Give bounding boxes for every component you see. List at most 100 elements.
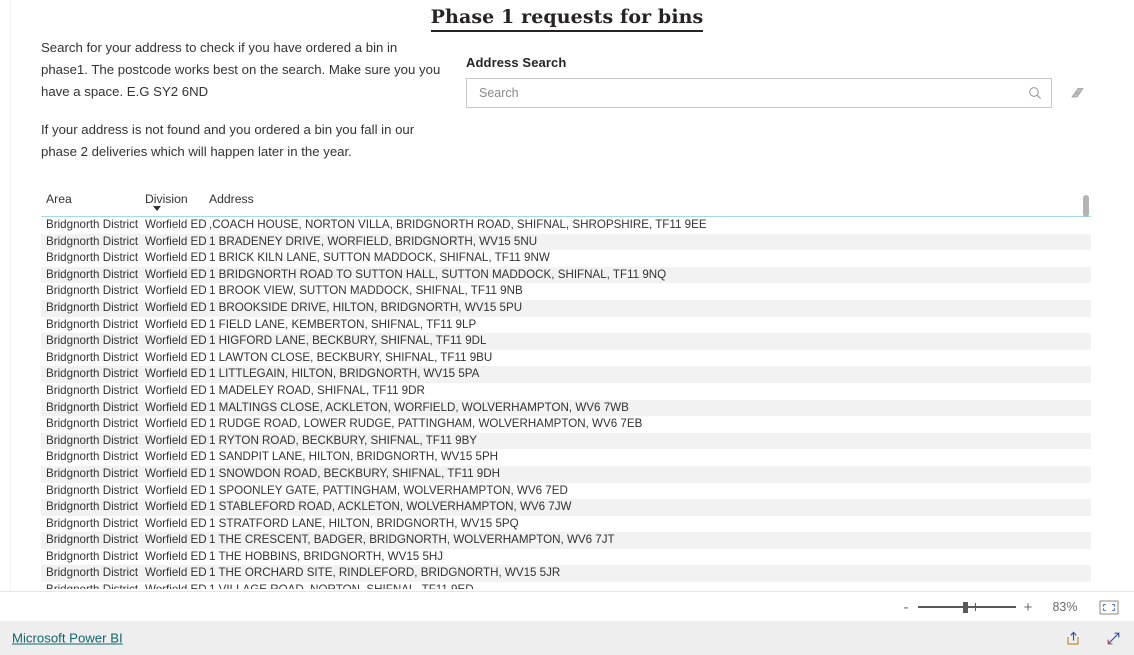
cell-division: Worfield ED [145, 582, 207, 589]
cell-area: Bridgnorth District [46, 433, 139, 447]
column-header-division[interactable]: Division [145, 192, 188, 206]
table-row[interactable]: Bridgnorth District Worfield ED ,COACH HOU… [41, 217, 1091, 234]
footer-actions [1064, 621, 1122, 655]
table-row[interactable]: Bridgnorth District Worfield ED 1 BROOKSID… [41, 299, 1091, 317]
cell-address: 1 BRADENEY DRIVE, WORFIELD, BRIDGNORTH, … [209, 234, 538, 248]
cell-division: Worfield ED [145, 350, 207, 364]
cell-division: Worfield ED [145, 218, 207, 231]
cell-division: Worfield ED [145, 433, 207, 447]
table-row[interactable]: Bridgnorth District Worfield ED 1 SANDPIT … [41, 449, 1091, 466]
cell-division: Worfield ED [145, 450, 207, 464]
report-canvas: Phase 1 requests for bins Search for you… [0, 0, 1134, 591]
footer-bar: Microsoft Power BI [0, 621, 1134, 655]
cell-area: Bridgnorth District [46, 533, 139, 547]
cell-address: 1 RUDGE ROAD, LOWER RUDGE, PATTINGHAM, W… [209, 417, 643, 431]
column-header-address[interactable]: Address [209, 192, 254, 206]
cell-address: 1 BRICK KILN LANE, SUTTON MADDOCK, SHIFN… [209, 251, 550, 265]
cell-address: 1 BROOKSIDE DRIVE, HILTON, BRIDGNORTH, W… [209, 300, 523, 314]
table-row[interactable]: Bridgnorth District Worfield ED 1 STABLEFO… [41, 499, 1091, 516]
page-title: Phase 1 requests for bins [0, 6, 1134, 32]
cell-division: Worfield ED [145, 466, 207, 480]
address-table[interactable]: Area Division Address Bridgnorth Distric… [41, 192, 1091, 590]
cell-address: 1 FIELD LANE, KEMBERTON, SHIFNAL, TF11 9… [209, 317, 477, 331]
cell-address: 1 SANDPIT LANE, HILTON, BRIDGNORTH, WV15… [209, 450, 499, 464]
search-input[interactable] [477, 85, 1021, 101]
table-row[interactable]: Bridgnorth District Worfield ED 1 THE CRES… [41, 532, 1091, 549]
cell-address: 1 THE CRESCENT, BADGER, BRIDGNORTH, WOLV… [209, 533, 615, 547]
canvas-left-border [10, 0, 11, 591]
cell-area: Bridgnorth District [46, 251, 139, 265]
cell-division: Worfield ED [145, 317, 207, 331]
cell-division: Worfield ED [145, 549, 207, 563]
table-row[interactable]: Bridgnorth District Worfield ED 1 LITTLEGA… [41, 366, 1091, 383]
table-row[interactable]: Bridgnorth District Worfield ED 1 MADELEY … [41, 382, 1091, 400]
table-row[interactable]: Bridgnorth District Worfield ED 1 HIGFORD … [41, 333, 1091, 350]
fit-to-page-icon[interactable] [1098, 599, 1120, 615]
table-row[interactable]: Bridgnorth District Worfield ED 1 BRADENEY… [41, 233, 1091, 251]
column-header-area[interactable]: Area [46, 192, 72, 206]
cell-division: Worfield ED [145, 400, 207, 414]
description-paragraph-2: If your address is not found and you ord… [41, 122, 415, 159]
cell-division: Worfield ED [145, 234, 207, 248]
search-icon[interactable] [1028, 86, 1042, 100]
cell-address: 1 SPOONLEY GATE, PATTINGHAM, WOLVERHAMPT… [209, 483, 568, 497]
cell-address: 1 VILLAGE ROAD, NORTON, SHIFNAL, TF11 9E… [209, 582, 474, 589]
cell-address: 1 HIGFORD LANE, BECKBURY, SHIFNAL, TF11 … [209, 334, 487, 348]
table-row[interactable]: Bridgnorth District Worfield ED 1 FIELD LA… [41, 316, 1091, 334]
zoom-slider-thumb[interactable] [963, 602, 968, 613]
zoom-controls: - + 83% [898, 592, 1120, 622]
cell-area: Bridgnorth District [46, 334, 139, 348]
cell-address: 1 LITTLEGAIN, HILTON, BRIDGNORTH, WV15 5… [209, 367, 480, 381]
search-row [466, 78, 1086, 108]
share-icon[interactable] [1064, 629, 1082, 647]
cell-area: Bridgnorth District [46, 450, 139, 464]
cell-area: Bridgnorth District [46, 582, 138, 589]
table-row[interactable]: Bridgnorth District Worfield ED 1 STRATFOR… [41, 515, 1091, 533]
table-row[interactable]: Bridgnorth District Worfield ED 1 MALTINGS… [41, 399, 1091, 417]
cell-address: 1 BRIDGNORTH ROAD TO SUTTON HALL, SUTTON… [209, 267, 667, 281]
zoom-out-button[interactable]: - [898, 600, 914, 615]
table-row[interactable]: Bridgnorth District Worfield ED 1 THE HOBB… [41, 548, 1091, 566]
zoom-in-button[interactable]: + [1020, 600, 1036, 615]
table-row[interactable]: Bridgnorth District Worfield ED 1 LAWTON C… [41, 349, 1091, 367]
cell-area: Bridgnorth District [46, 234, 139, 248]
cell-area: Bridgnorth District [46, 383, 139, 397]
table-row[interactable]: Bridgnorth District Worfield ED 1 BRICK KI… [41, 250, 1091, 267]
table-row[interactable]: Bridgnorth District Worfield ED 1 BRIDGNOR… [41, 266, 1091, 284]
cell-area: Bridgnorth District [46, 284, 139, 298]
table-header-row: Area Division Address [41, 192, 1091, 217]
table-vertical-scrollbar[interactable] [1083, 192, 1089, 590]
table-row[interactable]: Bridgnorth District Worfield ED1 VILLAGE … [41, 582, 1091, 589]
cell-area: Bridgnorth District [46, 218, 139, 231]
table-row[interactable]: Bridgnorth District Worfield ED 1 SPOONLEY… [41, 482, 1091, 500]
cell-address: 1 THE HOBBINS, BRIDGNORTH, WV15 5HJ [209, 549, 444, 563]
microsoft-power-bi-link[interactable]: Microsoft Power BI [12, 631, 123, 646]
cell-division: Worfield ED [145, 367, 207, 381]
cell-division: Worfield ED [145, 267, 207, 281]
cell-area: Bridgnorth District [46, 466, 139, 480]
cell-address: 1 BROOK VIEW, SUTTON MADDOCK, SHIFNAL, T… [209, 284, 523, 298]
cell-area: Bridgnorth District [46, 367, 139, 381]
cell-address: 1 STRATFORD LANE, HILTON, BRIDGNORTH, WV… [209, 516, 519, 530]
cell-area: Bridgnorth District [46, 267, 139, 281]
sort-descending-icon [153, 206, 161, 211]
table-row[interactable]: Bridgnorth District Worfield ED 1 RYTON RO… [41, 432, 1091, 450]
table-scrollbar-thumb[interactable] [1083, 195, 1089, 217]
cell-area: Bridgnorth District [46, 417, 139, 431]
fullscreen-icon[interactable] [1104, 629, 1122, 647]
table-row[interactable]: Bridgnorth District Worfield ED 1 THE ORCH… [41, 565, 1091, 583]
cell-address: 1 MALTINGS CLOSE, ACKLETON, WORFIELD, WO… [209, 400, 629, 414]
cell-address: 1 STABLEFORD ROAD, ACKLETON, WOLVERHAMPT… [209, 500, 572, 514]
search-box[interactable] [466, 78, 1053, 108]
cell-area: Bridgnorth District [46, 566, 139, 580]
cell-division: Worfield ED [145, 483, 207, 497]
cell-area: Bridgnorth District [46, 300, 139, 314]
cell-area: Bridgnorth District [46, 350, 139, 364]
cell-area: Bridgnorth District [46, 500, 139, 514]
eraser-icon[interactable] [1066, 85, 1086, 101]
zoom-slider[interactable] [918, 599, 1016, 615]
table-row[interactable]: Bridgnorth District Worfield ED 1 BROOK VI… [41, 283, 1091, 300]
zoom-level-label: 83% [1052, 600, 1078, 614]
table-row[interactable]: Bridgnorth District Worfield ED 1 SNOWDON … [41, 465, 1091, 483]
table-row[interactable]: Bridgnorth District Worfield ED 1 RUDGE RO… [41, 416, 1091, 433]
